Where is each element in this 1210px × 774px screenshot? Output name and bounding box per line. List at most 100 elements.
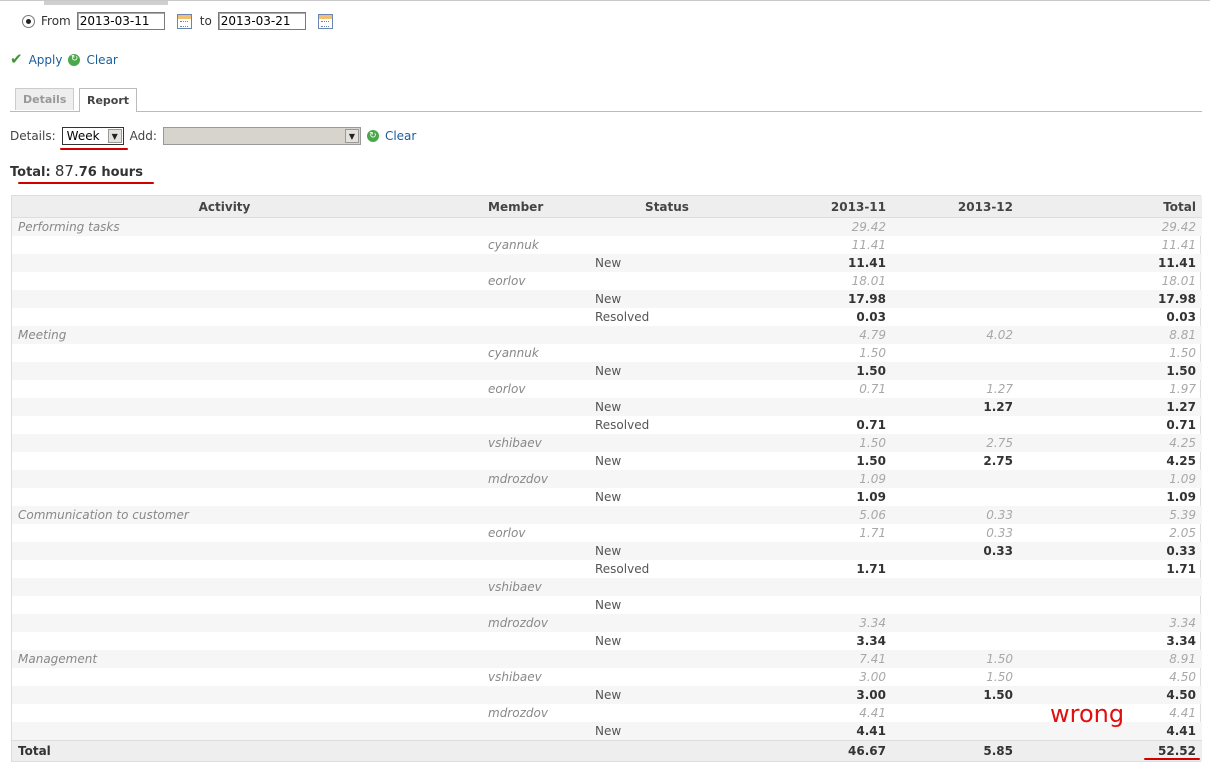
value-2013-11-cell: 17.98 [747,290,892,308]
col-activity[interactable]: Activity [12,196,437,218]
value-total-cell [1047,596,1202,614]
table-row: New 11.41 11.41 [12,254,1202,272]
activity-cell [12,380,437,398]
apply-button[interactable]: Apply [29,53,63,67]
value-total-cell: 4.25 [1047,434,1202,452]
value-2013-11-cell [747,596,892,614]
value-2013-12-cell [892,470,1047,488]
activity-cell [12,722,437,741]
activity-cell [12,488,437,506]
value-total-cell: 18.01 [1161,274,1196,288]
member-cell [437,452,587,470]
value-total-cell: 1.97 [1169,382,1196,396]
value-2013-11-cell: 1.71 [859,526,886,540]
table-row: cyannuk 11.41 11.41 [12,236,1202,254]
details-select[interactable]: Week ▼ [61,127,124,145]
table-row: Meeting 4.79 4.02 8.81 [12,326,1202,344]
total-value-rest: 76 hours [78,165,143,180]
col-status[interactable]: Status [587,196,747,218]
annotation-underline [1144,758,1200,760]
col-total[interactable]: Total [1047,196,1202,218]
activity-cell [12,560,437,578]
total-value-main: 87. [54,162,79,180]
member-cell: eorlov [488,274,526,288]
value-2013-11-cell: 1.50 [856,454,886,468]
value-2013-11-cell: 1.50 [747,362,892,380]
tab-details[interactable]: Details [15,88,75,110]
col-2013-12[interactable]: 2013-12 [892,196,1047,218]
activity-cell: Management [12,650,437,668]
value-total-cell: 4.25 [1166,454,1196,468]
member-cell: mdrozdov [437,614,587,632]
chevron-down-icon[interactable]: ▼ [344,129,359,143]
value-2013-12-cell: 0.33 [892,542,1047,560]
activity-cell: Communication to customer [12,506,437,524]
status-cell [587,578,747,596]
date-range-radio[interactable] [22,14,35,28]
calendar-icon[interactable] [317,13,333,29]
table-row: New 1.50 2.75 4.25 [12,452,1202,470]
value-2013-11-cell: 11.41 [747,254,892,272]
status-cell [587,650,747,668]
status-cell: New [587,254,747,272]
total-row: Total 46.67 5.85 52.52 [12,740,1202,761]
calendar-icon[interactable] [176,13,192,29]
member-cell [437,326,587,344]
member-cell [437,290,587,308]
activity-cell [12,362,437,380]
member-cell: eorlov [488,382,526,396]
value-2013-12-cell: 1.50 [986,670,1013,684]
value-2013-12-cell: 2.75 [892,434,1047,452]
value-2013-12-cell: 4.02 [892,326,1047,344]
value-2013-11-cell: 4.41 [859,706,886,720]
member-cell [437,542,587,560]
value-total-cell [1047,578,1202,596]
value-2013-11-cell: 3.34 [747,614,892,632]
clear-report-button[interactable]: Clear [385,129,416,143]
status-cell: Resolved [595,310,650,324]
value-2013-12-cell [892,614,1047,632]
value-2013-11-cell: 3.34 [856,634,886,648]
table-row: New 3.34 3.34 [12,632,1202,650]
value-total-cell: 1.09 [1047,470,1202,488]
col-2013-11[interactable]: 2013-11 [747,196,892,218]
from-label: From [41,14,71,28]
from-date-input[interactable] [76,12,165,30]
value-2013-12-cell [892,560,1047,578]
value-total-cell: 29.42 [1047,217,1202,236]
status-cell: New [587,542,747,560]
value-2013-12-cell [892,290,1047,308]
activity-cell [12,668,437,686]
member-cell [437,506,587,524]
value-2013-12-cell: 0.33 [986,526,1013,540]
value-2013-11-cell: 1.09 [747,470,892,488]
value-2013-12-cell [892,596,1047,614]
status-cell [587,236,747,254]
total-label: Total: [10,165,51,180]
table-row: mdrozdov 1.09 1.09 [12,470,1202,488]
col-member[interactable]: Member [437,196,587,218]
activity-cell [12,632,437,650]
add-select[interactable]: ▼ [162,127,361,145]
status-cell [587,380,747,398]
to-date-input[interactable] [217,12,306,30]
status-cell: New [595,490,622,504]
filter-actions: ✔ Apply ↻ Clear [10,52,118,67]
status-cell: Resolved [595,562,650,576]
value-total-cell: 5.39 [1047,506,1202,524]
status-cell [587,272,747,290]
status-cell [587,217,747,236]
value-total-cell: 1.50 [1047,362,1202,380]
status-cell [587,506,747,524]
activity-cell [12,434,437,452]
member-cell [437,416,587,434]
view-tabs: Details Report [10,87,1202,112]
details-label: Details: [10,129,56,143]
member-cell [437,217,587,236]
clear-filter-button[interactable]: Clear [86,53,117,67]
value-2013-12-cell [892,308,1047,326]
value-2013-12-cell [892,578,1047,596]
chevron-down-icon[interactable]: ▼ [107,129,122,143]
tab-report[interactable]: Report [79,88,138,112]
member-cell: eorlov [488,526,526,540]
